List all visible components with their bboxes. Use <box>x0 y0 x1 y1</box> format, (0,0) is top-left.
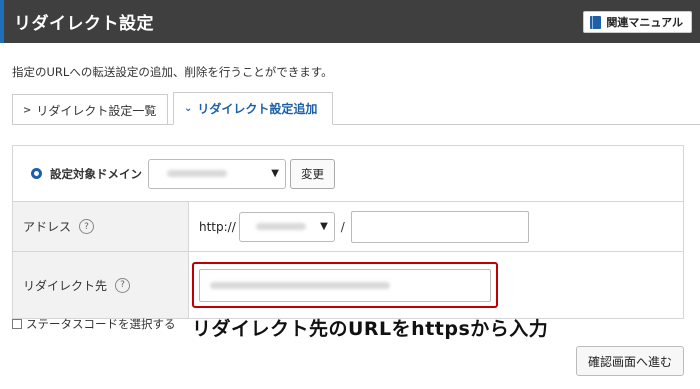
redirect-label-cell: リダイレクト先 ? <box>13 252 189 318</box>
confirm-button[interactable]: 確認画面へ進む <box>575 346 684 376</box>
status-code-option[interactable]: ステータスコードを選択する <box>12 316 176 332</box>
address-domain-select[interactable]: ▼ <box>238 211 335 242</box>
domain-label: 設定対象ドメイン <box>50 166 142 181</box>
redirect-label: リダイレクト先 <box>23 278 108 293</box>
book-icon <box>590 15 602 29</box>
address-value-cell: http:// ▼ / <box>189 202 683 251</box>
address-label-cell: アドレス ? <box>13 202 189 251</box>
related-manual-button[interactable]: 関連マニュアル <box>583 11 692 33</box>
path-separator: / <box>340 219 345 234</box>
domain-select[interactable]: ▼ <box>148 158 286 189</box>
tab-label: リダイレクト設定一覧 <box>36 103 157 118</box>
redirect-url-obscured <box>210 281 390 289</box>
tab-divider <box>12 124 700 125</box>
address-row: アドレス ? http:// ▼ / <box>13 202 683 252</box>
http-prefix: http:// <box>199 219 236 234</box>
annotation-text: リダイレクト先のURLをhttpsから入力 <box>192 318 549 340</box>
help-icon[interactable]: ? <box>115 277 131 293</box>
domain-radio[interactable] <box>31 168 42 179</box>
page-title: リダイレクト設定 <box>14 14 154 34</box>
status-code-checkbox[interactable] <box>12 319 22 329</box>
address-path-input[interactable] <box>350 210 529 243</box>
redirect-url-input[interactable] <box>199 268 491 302</box>
tab-redirect-list[interactable]: > リダイレクト設定一覧 <box>12 94 168 125</box>
change-domain-button[interactable]: 変更 <box>290 158 335 189</box>
chevron-right-icon: > <box>23 104 32 116</box>
tab-redirect-add[interactable]: ⌄ リダイレクト設定追加 <box>173 92 333 125</box>
address-label: アドレス <box>23 220 72 234</box>
chevron-down-icon: ▼ <box>320 221 328 232</box>
status-code-label: ステータスコードを選択する <box>26 317 176 331</box>
redirect-form: 設定対象ドメイン ▼ 変更 アドレス ? http:// ▼ / リダイレクト先… <box>12 145 684 319</box>
tab-label: リダイレクト設定追加 <box>197 102 318 116</box>
tab-bar: > リダイレクト設定一覧 ⌄ リダイレクト設定追加 <box>12 92 333 125</box>
chevron-down-icon: ▼ <box>271 168 279 179</box>
domain-row: 設定対象ドメイン ▼ 変更 <box>13 146 683 202</box>
help-icon[interactable]: ? <box>79 219 95 234</box>
related-manual-label: 関連マニュアル <box>606 16 683 29</box>
page-header: リダイレクト設定 関連マニュアル <box>0 0 700 43</box>
address-domain-obscured <box>255 223 306 230</box>
chevron-down-icon: ⌄ <box>184 103 193 114</box>
redirect-row: リダイレクト先 ? <box>13 252 683 318</box>
domain-value-obscured <box>167 170 227 177</box>
page-description: 指定のURLへの転送設定の追加、削除を行うことができます。 <box>12 65 333 79</box>
redirect-value-cell <box>189 252 683 318</box>
